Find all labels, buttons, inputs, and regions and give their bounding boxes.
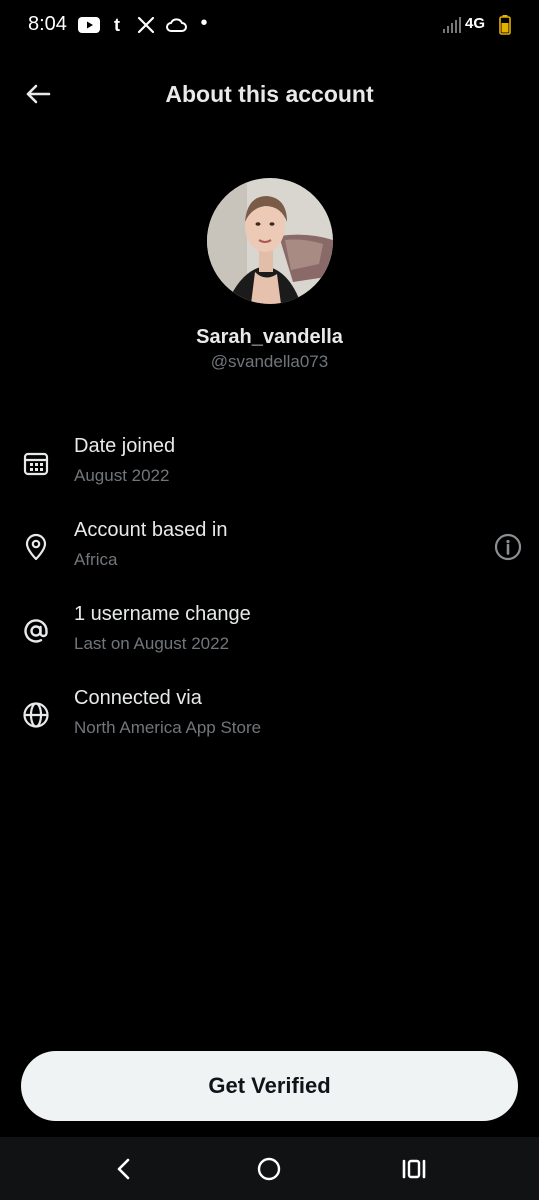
tumblr-icon: t <box>114 14 120 35</box>
cloud-icon <box>164 15 188 35</box>
x-icon <box>136 15 156 35</box>
location-pin-icon <box>20 531 52 563</box>
nav-recents-button[interactable] <box>398 1153 430 1185</box>
info-button[interactable] <box>492 531 524 563</box>
info-subtitle: August 2022 <box>74 466 170 485</box>
avatar[interactable] <box>207 178 333 304</box>
status-bar: 8:04 t • 4G <box>0 0 539 52</box>
signal-icon <box>442 15 462 35</box>
display-name: Sarah_vandella <box>196 326 343 348</box>
globe-icon <box>20 699 52 731</box>
nav-back-icon <box>117 1158 130 1180</box>
user-handle: @svandella073 <box>210 352 329 371</box>
info-row-account-based-in: Account based in Africa <box>0 519 539 589</box>
nav-home-icon <box>257 1157 281 1181</box>
nav-home-button[interactable] <box>253 1153 285 1185</box>
at-sign-icon <box>20 615 52 647</box>
battery-icon <box>499 15 511 35</box>
info-title: Account based in <box>74 519 228 541</box>
status-time: 8:04 <box>28 13 67 35</box>
info-subtitle: Last on August 2022 <box>74 634 230 653</box>
info-row-date-joined: Date joined August 2022 <box>0 435 539 505</box>
calendar-icon <box>20 447 52 479</box>
get-verified-button[interactable]: Get Verified <box>21 1051 518 1121</box>
header: About this account <box>0 60 539 130</box>
info-subtitle: North America App Store <box>74 718 262 737</box>
network-label: 4G <box>465 15 486 32</box>
youtube-icon <box>78 15 100 35</box>
info-title: Date joined <box>74 435 176 457</box>
info-title: 1 username change <box>74 603 251 625</box>
info-row-connected-via: Connected via North America App Store <box>0 687 539 757</box>
info-title: Connected via <box>74 687 202 709</box>
system-nav-bar <box>0 1137 539 1200</box>
dot-icon: • <box>200 11 208 34</box>
info-row-username-change: 1 username change Last on August 2022 <box>0 603 539 673</box>
nav-recents-icon <box>402 1159 426 1179</box>
nav-back-button[interactable] <box>108 1153 140 1185</box>
info-icon <box>494 533 522 561</box>
page-title: About this account <box>165 81 374 107</box>
info-subtitle: Africa <box>74 550 118 569</box>
